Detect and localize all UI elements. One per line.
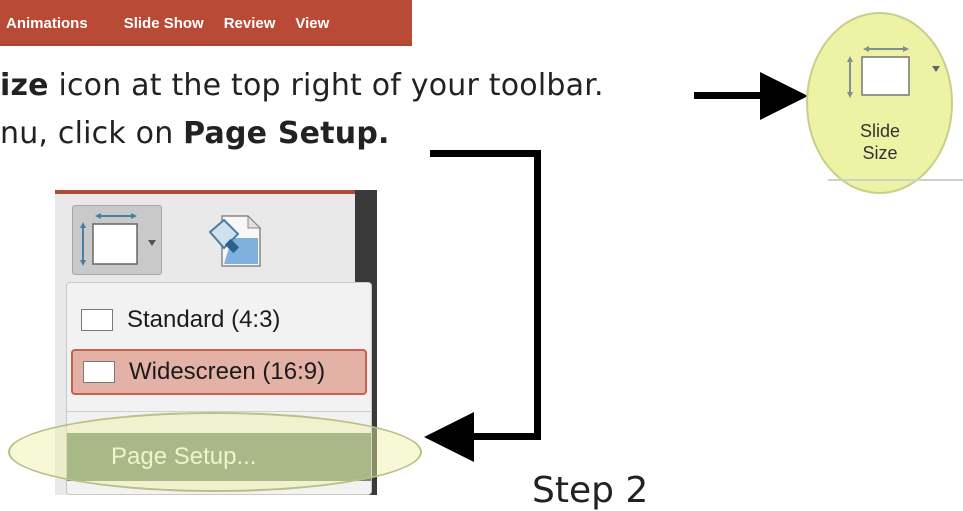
- step-label: Step 2: [532, 470, 649, 511]
- standard-swatch-icon: [81, 309, 113, 331]
- tab-view[interactable]: View: [295, 15, 329, 32]
- slide-size-button-label[interactable]: Slide Size: [840, 120, 920, 164]
- ribbon-tab-bar: Animations Slide Show Review View: [0, 0, 412, 46]
- arrow-line-top: [430, 150, 541, 157]
- slide-size-label-line-1: Slide: [859, 121, 901, 141]
- instruction-bold-size: ize: [0, 68, 49, 103]
- slide-size-button[interactable]: [72, 205, 162, 275]
- arrow-head-left-icon: [424, 412, 474, 462]
- menu-item-standard-label: Standard (4:3): [127, 306, 281, 333]
- instruction-bold-page-setup: Page Setup.: [183, 116, 390, 151]
- tab-animations[interactable]: Animations: [6, 15, 88, 32]
- slide-size-label-line-2: Size: [862, 143, 898, 163]
- instruction-line-2: nu, click on Page Setup.: [0, 116, 390, 151]
- tab-slide-show[interactable]: Slide Show: [124, 15, 204, 32]
- ribbon-divider: [828, 179, 963, 181]
- instruction-text-2: nu, click on: [0, 116, 184, 151]
- tab-review[interactable]: Review: [224, 15, 276, 32]
- arrow-line-bottom: [470, 433, 541, 440]
- menu-item-widescreen-label: Widescreen (16:9): [129, 358, 326, 385]
- arrow-head-right-icon: [760, 72, 808, 120]
- arrow-line-right: [694, 92, 764, 99]
- menu-item-widescreen[interactable]: Widescreen (16:9): [71, 349, 367, 395]
- slide-size-button-icon: [80, 213, 156, 266]
- page-setup-highlight: [8, 412, 422, 492]
- panel-top-border: [55, 190, 355, 194]
- arrow-line-vertical: [534, 150, 541, 440]
- menu-item-standard[interactable]: Standard (4:3): [71, 297, 367, 343]
- instruction-line-1: ize icon at the top right of your toolba…: [0, 68, 604, 103]
- widescreen-swatch-icon: [83, 361, 115, 383]
- format-background-icon[interactable]: [202, 210, 266, 270]
- instruction-text-1: icon at the top right of your toolbar.: [48, 68, 604, 103]
- slide-size-icon[interactable]: [845, 46, 945, 106]
